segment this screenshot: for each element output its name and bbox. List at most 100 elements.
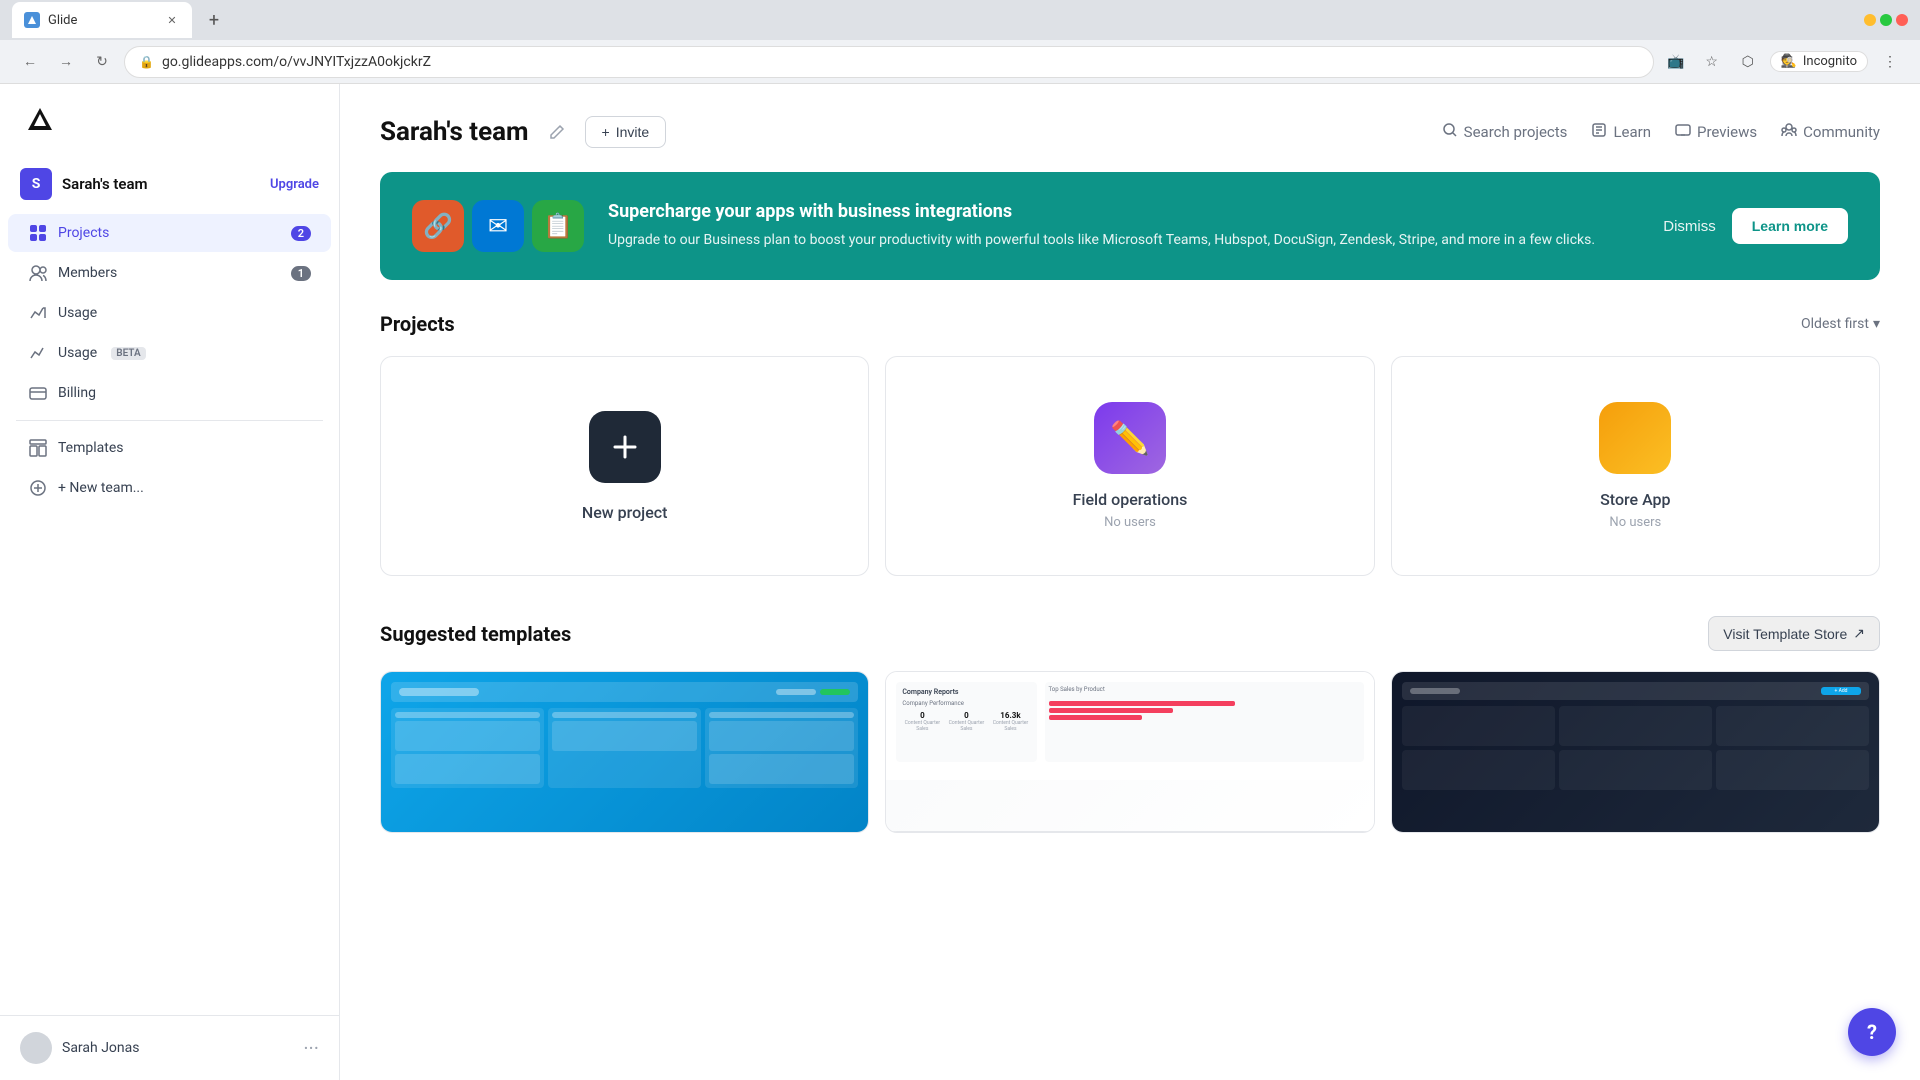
promo-text: Supercharge your apps with business inte…	[608, 201, 1639, 251]
sidebar-usage-beta-label: Usage	[58, 345, 97, 361]
sidebar: S Sarah's team Upgrade Pr	[0, 84, 340, 1080]
app-container: S Sarah's team Upgrade Pr	[0, 84, 1920, 1080]
template-card-1[interactable]	[380, 671, 869, 833]
header-community[interactable]: Community	[1781, 122, 1880, 142]
sidebar-logo	[0, 84, 339, 160]
lock-icon: 🔒	[139, 55, 154, 69]
sidebar-item-usage-beta[interactable]: Usage BETA	[8, 334, 331, 372]
menu-icon[interactable]: ⋮	[1876, 48, 1904, 76]
templates-section-header: Suggested templates Visit Template Store…	[380, 616, 1880, 651]
previews-label: Previews	[1697, 123, 1757, 141]
templates-section: Suggested templates Visit Template Store…	[380, 616, 1880, 833]
new-tab-button[interactable]: +	[200, 6, 228, 34]
templates-icon	[28, 438, 48, 458]
learn-icon	[1591, 122, 1607, 142]
template-card-2[interactable]: Company Reports Company Performance 0 Co…	[885, 671, 1374, 833]
billing-icon	[28, 383, 48, 403]
tab-close-icon[interactable]: ✕	[164, 12, 180, 28]
sidebar-user: Sarah Jonas	[20, 1032, 139, 1064]
sidebar-nav: Projects 2 Members 1	[0, 212, 339, 1015]
browser-tab[interactable]: Glide ✕	[12, 2, 192, 38]
address-text: go.glideapps.com/o/vvJNYITxjzzA0okjckrZ	[162, 54, 1639, 70]
address-bar[interactable]: 🔒 go.glideapps.com/o/vvJNYITxjzzA0okjckr…	[124, 46, 1654, 78]
field-ops-meta: No users	[1104, 515, 1156, 530]
help-button[interactable]: ?	[1848, 1008, 1896, 1056]
community-label: Community	[1803, 123, 1880, 141]
field-ops-icon: ✏️	[1094, 402, 1166, 474]
invite-label: Invite	[616, 124, 649, 140]
members-icon	[28, 263, 48, 283]
sidebar-team[interactable]: S Sarah's team Upgrade	[0, 160, 339, 208]
store-app-icon	[1599, 402, 1671, 474]
invite-button[interactable]: + Invite	[585, 116, 667, 148]
upgrade-link[interactable]: Upgrade	[270, 177, 319, 192]
incognito-icon: 🕵	[1781, 54, 1797, 69]
header-learn[interactable]: Learn	[1591, 122, 1651, 142]
promo-actions: Dismiss Learn more	[1663, 208, 1848, 244]
bookmark-icon[interactable]: ☆	[1698, 48, 1726, 76]
team-name: Sarah's team	[62, 175, 148, 193]
minimize-button[interactable]	[1864, 14, 1876, 26]
projects-icon	[28, 223, 48, 243]
close-button[interactable]	[1896, 14, 1908, 26]
invite-plus-icon: +	[602, 124, 610, 140]
sidebar-item-billing[interactable]: Billing	[8, 374, 331, 412]
sidebar-footer: Sarah Jonas ···	[0, 1015, 339, 1080]
projects-grid: New project ✏️ Field operations No users…	[380, 356, 1880, 576]
sidebar-item-usage[interactable]: Usage	[8, 294, 331, 332]
sidebar-item-members[interactable]: Members 1	[8, 254, 331, 292]
field-ops-name: Field operations	[1073, 490, 1188, 509]
new-project-icon	[589, 411, 661, 483]
sidebar-team-info: S Sarah's team	[20, 168, 148, 200]
sidebar-item-new-team[interactable]: + New team...	[8, 469, 331, 507]
edit-team-button[interactable]	[541, 116, 573, 148]
page-header: Sarah's team + Invite	[380, 116, 1880, 148]
incognito-label: Incognito	[1803, 54, 1857, 69]
promo-icon-teams: ✉	[472, 200, 524, 252]
user-menu-button[interactable]: ···	[303, 1036, 319, 1060]
promo-title: Supercharge your apps with business inte…	[608, 201, 1639, 222]
sort-control[interactable]: Oldest first ▾	[1801, 316, 1880, 332]
window-controls	[1864, 14, 1908, 26]
page-title: Sarah's team	[380, 117, 529, 147]
sidebar-usage-label: Usage	[58, 305, 97, 321]
members-badge: 1	[291, 266, 311, 281]
sidebar-item-projects[interactable]: Projects 2	[8, 214, 331, 252]
forward-button[interactable]: →	[52, 48, 80, 76]
sidebar-divider	[16, 420, 323, 421]
previews-icon	[1675, 122, 1691, 142]
tab-title: Glide	[48, 13, 156, 28]
dismiss-button[interactable]: Dismiss	[1663, 218, 1716, 235]
toolbar-right: 📺 ☆ ⬡ 🕵 Incognito ⋮	[1662, 48, 1904, 76]
templates-grid: Company Reports Company Performance 0 Co…	[380, 671, 1880, 833]
header-search[interactable]: Search projects	[1442, 122, 1568, 142]
template-card-3[interactable]: + Add	[1391, 671, 1880, 833]
templates-section-title: Suggested templates	[380, 622, 571, 646]
promo-icon-hubspot: 🔗	[412, 200, 464, 252]
community-icon	[1781, 122, 1797, 142]
projects-section-header: Projects Oldest first ▾	[380, 312, 1880, 336]
reload-button[interactable]: ↻	[88, 48, 116, 76]
chevron-down-icon: ▾	[1873, 316, 1880, 332]
project-card-store-app[interactable]: Store App No users	[1391, 356, 1880, 576]
visit-store-button[interactable]: Visit Template Store ↗	[1708, 616, 1880, 651]
new-project-label: New project	[582, 503, 668, 522]
project-card-field-operations[interactable]: ✏️ Field operations No users	[885, 356, 1374, 576]
template-preview-2: Company Reports Company Performance 0 Co…	[886, 672, 1373, 832]
projects-section-title: Projects	[380, 312, 455, 336]
cast-icon[interactable]: 📺	[1662, 48, 1690, 76]
back-button[interactable]: ←	[16, 48, 44, 76]
sidebar-item-templates[interactable]: Templates	[8, 429, 331, 467]
profile-icon[interactable]: ⬡	[1734, 48, 1762, 76]
sidebar-members-label: Members	[58, 265, 117, 281]
header-previews[interactable]: Previews	[1675, 122, 1757, 142]
projects-badge: 2	[291, 226, 311, 241]
new-project-card[interactable]: New project	[380, 356, 869, 576]
sort-label: Oldest first	[1801, 316, 1869, 332]
learn-more-button[interactable]: Learn more	[1732, 208, 1848, 244]
store-app-name: Store App	[1600, 490, 1670, 509]
maximize-button[interactable]	[1880, 14, 1892, 26]
incognito-badge[interactable]: 🕵 Incognito	[1770, 51, 1868, 72]
usage-beta-icon	[28, 343, 48, 363]
user-name: Sarah Jonas	[62, 1040, 139, 1056]
